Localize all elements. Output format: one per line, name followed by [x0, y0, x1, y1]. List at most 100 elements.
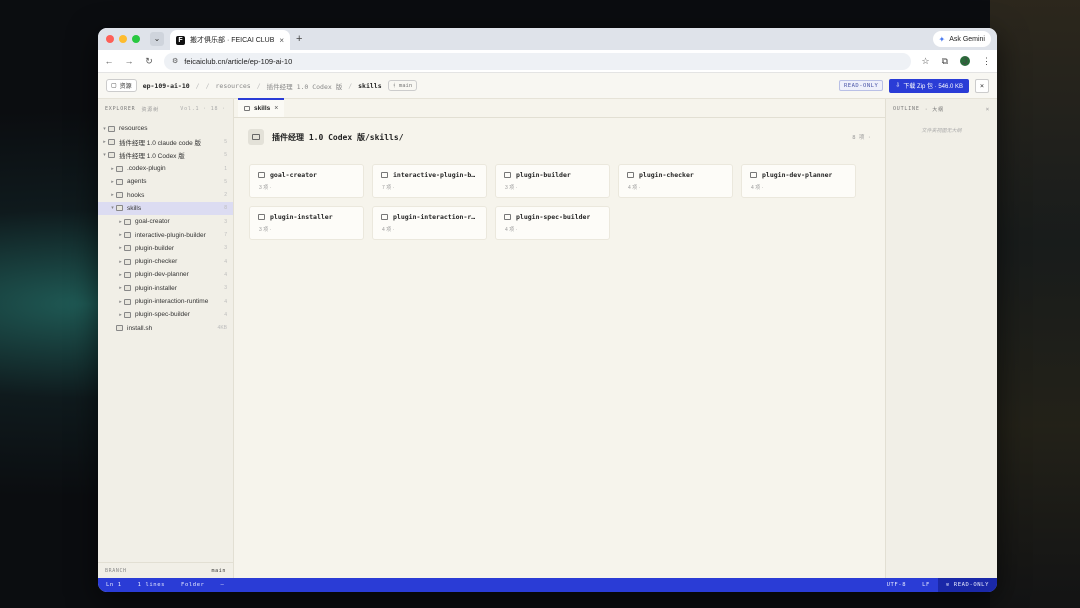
tree-item[interactable]: ▸ plugin-installer 3	[98, 282, 233, 295]
reload-icon[interactable]: ↻	[144, 56, 154, 67]
download-zip-button[interactable]: ⇩ 下载 Zip 包 · 546.0 KB	[889, 78, 969, 93]
folder-card[interactable]: goal-creator 3 项 ·	[249, 164, 364, 198]
tab-search-icon[interactable]: ⌄	[150, 32, 164, 46]
chevron-icon[interactable]: ▸	[109, 166, 116, 172]
tree-item[interactable]: ▾ 插件经理 1.0 Codex 版 5	[98, 149, 233, 162]
tree-item[interactable]: ▾ resources	[98, 122, 233, 135]
tree-item-count: 1	[224, 165, 227, 172]
chevron-icon[interactable]: ▸	[117, 312, 124, 318]
browser-tabstrip: ⌄ F 搬才俱乐部 · FEICAI CLUB × + ✦ Ask Gemini	[98, 28, 997, 50]
chevron-icon[interactable]: ▸	[117, 272, 124, 278]
tree-item[interactable]: ▸ plugin-builder 3	[98, 242, 233, 255]
folder-icon	[504, 214, 511, 220]
ask-gemini-button[interactable]: ✦ Ask Gemini	[932, 31, 991, 47]
chevron-icon[interactable]: ▸	[117, 232, 124, 238]
tree-item[interactable]: install.sh 4KB	[98, 321, 233, 334]
forward-arrow-icon[interactable]: →	[124, 56, 134, 66]
tab-skills[interactable]: skills ×	[238, 98, 285, 117]
chevron-icon[interactable]: ▾	[101, 126, 108, 132]
tree-item[interactable]: ▸ agents 5	[98, 175, 233, 188]
folder-icon	[116, 192, 123, 199]
breadcrumb-separator: /	[195, 81, 200, 90]
outline-subtitle: · 大纲	[924, 106, 944, 113]
folder-icon	[108, 138, 115, 145]
breadcrumb-episode[interactable]: ep-109-ai-10	[143, 82, 190, 90]
back-arrow-icon[interactable]: ←	[104, 56, 114, 66]
chevron-icon[interactable]: ▸	[101, 139, 108, 145]
folder-card[interactable]: plugin-builder 3 项 ·	[495, 164, 610, 198]
chevron-icon[interactable]: ▸	[109, 179, 116, 185]
tree-item[interactable]: ▸ hooks 2	[98, 188, 233, 201]
browser-tab-active[interactable]: F 搬才俱乐部 · FEICAI CLUB ×	[170, 30, 290, 50]
tree-item-label: plugin-spec-builder	[135, 311, 190, 319]
chevron-icon[interactable]: ▸	[117, 259, 124, 265]
extensions-icon[interactable]: ⧉	[942, 56, 948, 67]
url-field[interactable]: ⚙ feicaiclub.cn/article/ep-109-ai-10	[164, 52, 912, 70]
chevron-icon[interactable]: ▸	[117, 219, 124, 225]
folder-card[interactable]: plugin-dev-planner 4 项 ·	[741, 164, 856, 198]
resources-back-label: 资源	[119, 84, 132, 90]
workspace: EXPLORER 资源树 Vol.1 · 18 · ▾ resources ▸ 插件经…	[98, 98, 997, 578]
folder-icon	[108, 152, 115, 159]
close-window-button[interactable]	[106, 35, 114, 43]
close-viewer-button[interactable]: ×	[975, 78, 989, 93]
tree-item-count: 7	[224, 232, 227, 239]
branch-pill: ᚼ main	[387, 80, 418, 91]
chevron-icon[interactable]: ▸	[117, 285, 124, 291]
site-info-icon[interactable]: ⚙	[172, 57, 178, 65]
close-tab-icon[interactable]: ×	[279, 36, 284, 45]
app-header: ▢ 资源 ep-109-ai-10 / / resources / 插件经理 1…	[98, 73, 997, 99]
folder-card[interactable]: interactive-plugin-builder 7 项 ·	[372, 164, 487, 198]
branch-footer-value: main	[211, 567, 226, 574]
explorer-sidebar: EXPLORER 资源树 Vol.1 · 18 · ▾ resources ▸ 插件经…	[98, 99, 234, 578]
resources-back-button[interactable]: ▢ 资源	[106, 79, 137, 92]
bookmark-star-icon[interactable]: ☆	[921, 56, 929, 67]
tree-item[interactable]: ▸ interactive-plugin-builder 7	[98, 228, 233, 241]
tree-item[interactable]: ▸ plugin-checker 4	[98, 255, 233, 268]
folder-icon	[627, 172, 634, 178]
tree-item[interactable]: ▸ plugin-interaction-runtime 4	[98, 295, 233, 308]
folder-card[interactable]: plugin-checker 4 项 ·	[618, 164, 733, 198]
minimize-window-button[interactable]	[119, 35, 127, 43]
folder-icon	[124, 271, 131, 278]
outline-header: OUTLINE · 大纲 ×	[886, 99, 997, 119]
tree-item[interactable]: ▾ skills 8	[98, 201, 233, 216]
tree-item-count: 3	[224, 285, 227, 292]
tree-item-count: 3	[224, 245, 227, 252]
tree-item[interactable]: ▸ 插件经理 1.0 claude code 版 5	[98, 135, 233, 148]
folder-card[interactable]: plugin-installer 3 项 ·	[249, 206, 364, 240]
chevron-icon[interactable]: ▸	[117, 299, 124, 305]
status-encoding[interactable]: UTF-8	[879, 582, 915, 588]
close-tab-icon[interactable]: ×	[274, 105, 278, 112]
directory-header: 插件经理 1.0 Codex 版/skills/ 8 项 ·	[234, 118, 885, 156]
tree-item[interactable]: ▸ plugin-spec-builder 4	[98, 308, 233, 321]
folder-card[interactable]: plugin-interaction-runtime 4 项 ·	[372, 206, 487, 240]
tree-item-label: plugin-checker	[135, 258, 178, 266]
tree-item[interactable]: ▸ plugin-dev-planner 4	[98, 268, 233, 281]
folder-card-name: interactive-plugin-builder	[393, 171, 478, 179]
profile-avatar[interactable]: J	[960, 56, 970, 66]
breadcrumb-codex[interactable]: 插件经理 1.0 Codex 版	[267, 81, 343, 91]
breadcrumb-skills[interactable]: skills	[358, 82, 381, 90]
breadcrumb-resources[interactable]: resources	[216, 82, 251, 90]
maximize-window-button[interactable]	[132, 35, 140, 43]
status-eol[interactable]: LF	[914, 582, 938, 588]
chevron-icon[interactable]: ▸	[117, 245, 124, 251]
gemini-sparkle-icon: ✦	[938, 34, 946, 44]
chevron-icon[interactable]: ▾	[101, 152, 108, 158]
folder-icon	[750, 172, 757, 178]
chevron-icon[interactable]: ▾	[109, 205, 116, 211]
tree-item[interactable]: ▸ .codex-plugin 1	[98, 162, 233, 175]
folder-icon	[124, 285, 131, 292]
new-tab-button[interactable]: +	[296, 33, 302, 45]
close-outline-icon[interactable]: ×	[986, 106, 990, 113]
folder-card-name: plugin-dev-planner	[762, 171, 833, 179]
folder-card[interactable]: plugin-spec-builder 4 项 ·	[495, 206, 610, 240]
folder-card-meta: 3 项 ·	[259, 185, 272, 191]
folder-icon	[381, 214, 388, 220]
explorer-title: EXPLORER	[105, 106, 136, 112]
chevron-icon[interactable]: ▸	[109, 192, 116, 198]
browser-menu-icon[interactable]: ⋮	[982, 56, 991, 67]
explorer-meta: Vol.1 · 18 ·	[180, 106, 226, 112]
tree-item[interactable]: ▸ goal-creator 3	[98, 215, 233, 228]
